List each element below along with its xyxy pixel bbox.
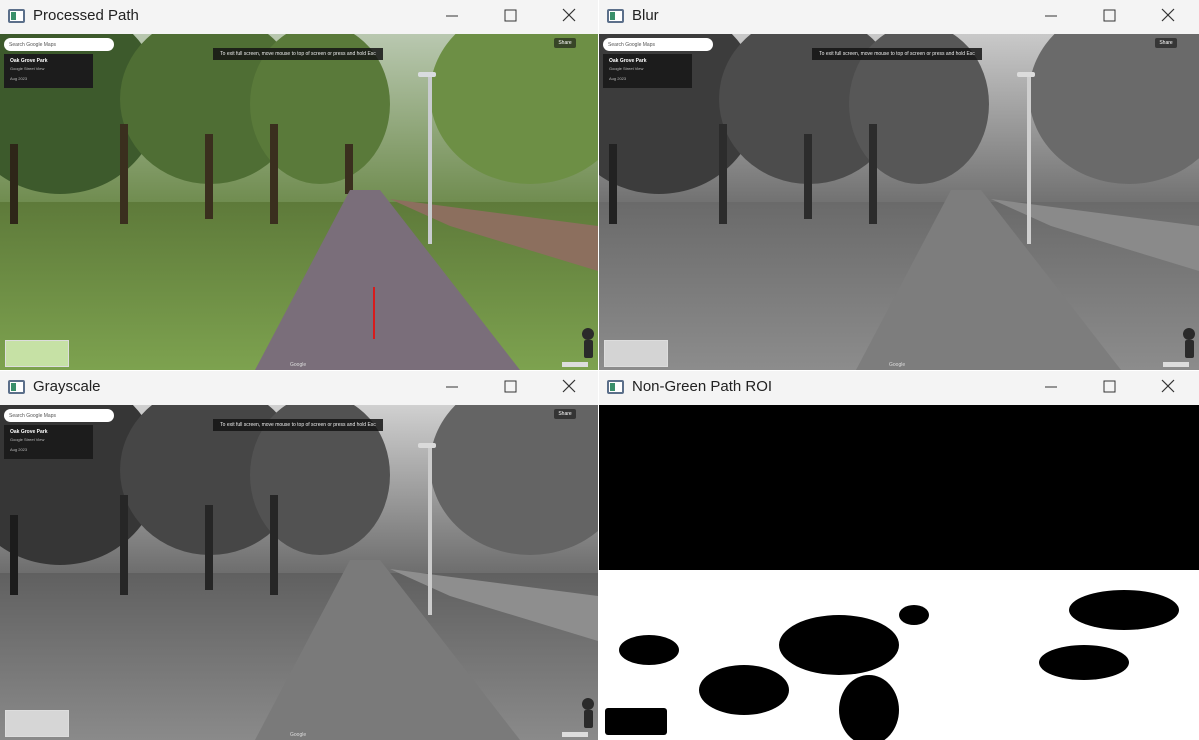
zoom-icon[interactable] bbox=[584, 710, 593, 728]
place-name: Oak Grove Park bbox=[609, 58, 647, 64]
place-name: Oak Grove Park bbox=[10, 58, 48, 64]
title-bar[interactable]: Grayscale bbox=[0, 371, 598, 405]
attribution: Google bbox=[889, 362, 906, 368]
place-info-card[interactable]: Oak Grove Park Google Street View Aug 20… bbox=[603, 54, 692, 88]
mask-noise bbox=[1069, 590, 1179, 630]
attribution: Google bbox=[290, 732, 307, 738]
maps-search-box[interactable]: Search Google Maps bbox=[603, 38, 713, 51]
mask-noise bbox=[779, 615, 899, 675]
window-app-icon bbox=[607, 9, 624, 23]
mask-noise bbox=[1039, 645, 1129, 680]
close-icon[interactable] bbox=[557, 5, 581, 27]
minimize-icon[interactable] bbox=[1039, 376, 1063, 398]
close-icon[interactable] bbox=[1156, 376, 1180, 398]
place-sub: Google Street View bbox=[609, 66, 644, 71]
window-non-green-path-roi: Non-Green Path ROI bbox=[599, 371, 1199, 740]
capture-date: Aug 2023 bbox=[609, 76, 627, 81]
attribution: Google bbox=[290, 362, 307, 368]
roi-mask-view bbox=[599, 405, 1199, 740]
scale-bar bbox=[562, 362, 588, 367]
maximize-icon[interactable] bbox=[498, 376, 522, 398]
maximize-icon[interactable] bbox=[498, 5, 522, 27]
fullscreen-banner: To exit full screen, move mouse to top o… bbox=[812, 48, 982, 60]
share-button[interactable]: Share bbox=[554, 409, 576, 419]
window-title: Processed Path bbox=[33, 7, 139, 24]
maximize-icon[interactable] bbox=[1097, 5, 1121, 27]
window-title: Blur bbox=[632, 7, 659, 24]
zoom-icon[interactable] bbox=[1185, 340, 1194, 358]
window-grayscale: Grayscale Search Google Maps Oak Grove P… bbox=[0, 371, 598, 740]
capture-date: Aug 2023 bbox=[10, 76, 28, 81]
maps-search-box[interactable]: Search Google Maps bbox=[4, 38, 114, 51]
title-bar[interactable]: Processed Path bbox=[0, 0, 598, 34]
minimize-icon[interactable] bbox=[440, 376, 464, 398]
close-icon[interactable] bbox=[557, 376, 581, 398]
title-bar[interactable]: Blur bbox=[599, 0, 1199, 34]
map-thumbnail[interactable] bbox=[5, 340, 69, 367]
place-name: Oak Grove Park bbox=[10, 429, 48, 435]
window-title: Non-Green Path ROI bbox=[632, 378, 773, 395]
fullscreen-banner: To exit full screen, move mouse to top o… bbox=[213, 48, 383, 60]
capture-date: Aug 2023 bbox=[10, 447, 28, 452]
fullscreen-banner: To exit full screen, move mouse to top o… bbox=[213, 419, 383, 431]
mask-noise bbox=[619, 635, 679, 665]
title-bar[interactable]: Non-Green Path ROI bbox=[599, 371, 1199, 405]
minimize-icon[interactable] bbox=[440, 5, 464, 27]
map-thumbnail[interactable] bbox=[604, 340, 668, 367]
zoom-icon[interactable] bbox=[584, 340, 593, 358]
window-blur: Blur Search Google Maps Oak Grove Park G… bbox=[599, 0, 1199, 370]
place-info-card[interactable]: Oak Grove Park Google Street View Aug 20… bbox=[4, 54, 93, 88]
maximize-icon[interactable] bbox=[1097, 376, 1121, 398]
grayscale-view: Search Google Maps Oak Grove Park Google… bbox=[0, 405, 598, 740]
window-title: Grayscale bbox=[33, 378, 101, 395]
place-sub: Google Street View bbox=[10, 437, 45, 442]
place-sub: Google Street View bbox=[10, 66, 45, 71]
compass-icon[interactable] bbox=[582, 698, 594, 710]
window-app-icon bbox=[8, 9, 25, 23]
maps-search-box[interactable]: Search Google Maps bbox=[4, 409, 114, 422]
mask-noise bbox=[899, 605, 929, 625]
scale-bar bbox=[562, 732, 588, 737]
processed-path-view: Search Google Maps Oak Grove Park Google… bbox=[0, 34, 598, 370]
close-icon[interactable] bbox=[1156, 5, 1180, 27]
window-app-icon bbox=[8, 380, 25, 394]
mask-noise bbox=[699, 665, 789, 715]
scale-bar bbox=[1163, 362, 1189, 367]
minimize-icon[interactable] bbox=[1039, 5, 1063, 27]
share-button[interactable]: Share bbox=[1155, 38, 1177, 48]
compass-icon[interactable] bbox=[1183, 328, 1195, 340]
mask-thumbnail bbox=[605, 708, 667, 735]
blur-view: Search Google Maps Oak Grove Park Google… bbox=[599, 34, 1199, 370]
compass-icon[interactable] bbox=[582, 328, 594, 340]
path-direction-marker bbox=[373, 287, 375, 339]
share-button[interactable]: Share bbox=[554, 38, 576, 48]
window-processed-path: Processed Path Search Google Maps Oak Gr… bbox=[0, 0, 598, 370]
map-thumbnail[interactable] bbox=[5, 710, 69, 737]
window-app-icon bbox=[607, 380, 624, 394]
place-info-card[interactable]: Oak Grove Park Google Street View Aug 20… bbox=[4, 425, 93, 459]
mask-noise bbox=[839, 675, 899, 740]
